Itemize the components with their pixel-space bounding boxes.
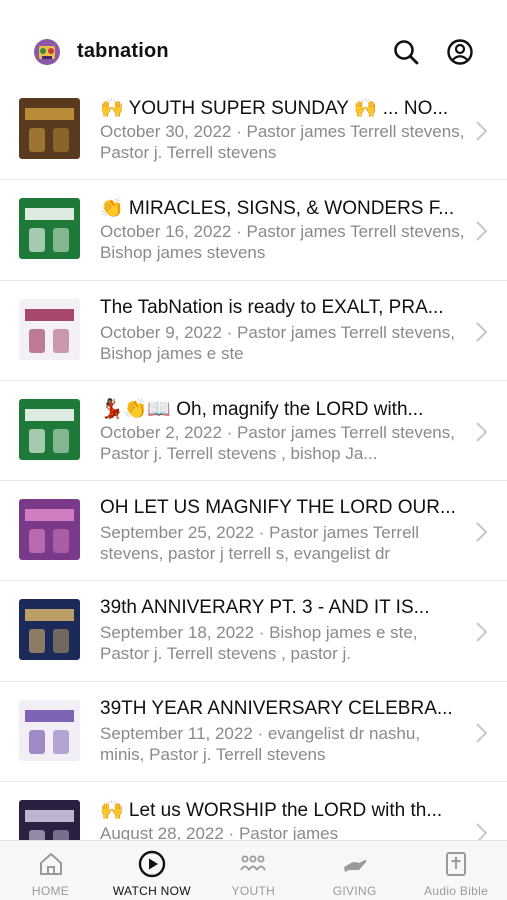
episode-row[interactable]: 👏 MIRACLES, SIGNS, & WONDERS F... October… — [0, 180, 507, 281]
meta-separator: · — [254, 623, 270, 643]
tab-label: YOUTH — [231, 884, 276, 898]
episode-thumbnail — [19, 699, 80, 761]
episode-row[interactable]: 🙌 YOUTH SUPER SUNDAY 🙌 ... NO... October … — [0, 80, 507, 181]
episode-date: October 16, 2022 — [100, 222, 232, 242]
app-title: tabnation — [77, 40, 169, 62]
tab-label: Audio Bible — [424, 884, 489, 898]
tab-label: HOME — [31, 884, 70, 898]
episode-title: 💃🏾👏📖 Oh, magnify the LORD with... — [100, 398, 424, 420]
episode-date: September 25, 2022 — [100, 523, 255, 543]
chevron-right-icon — [474, 321, 488, 343]
home-icon — [37, 850, 65, 878]
episode-title: 39TH YEAR ANNIVERSARY CELEBRA... — [100, 697, 453, 719]
bottom-tab-bar: HOME WATCH NOW YOUTH GIVING Audio Bible — [0, 840, 507, 900]
meta-separator: · — [221, 322, 238, 342]
episode-meta: September 11, 2022 · evangelist dr nashu… — [100, 723, 465, 765]
meta-separator: · — [254, 523, 270, 543]
play-circle-icon — [138, 850, 166, 878]
episode-thumbnail — [19, 599, 80, 661]
episode-speakers: Pastor james — [238, 824, 339, 840]
episode-row[interactable]: 39th ANNIVERARY PT. 3 - AND IT IS... Sept… — [0, 581, 507, 682]
meta-separator: · — [221, 422, 238, 442]
episode-thumbnail — [19, 398, 80, 460]
episode-row[interactable]: 🙌 Let us WORSHIP the LORD with th... Augu… — [0, 782, 507, 840]
episode-row[interactable]: OH LET US MAGNIFY THE LORD OUR... Septemb… — [0, 481, 507, 582]
bible-icon — [442, 850, 470, 878]
episode-list[interactable]: 🙌 YOUTH SUPER SUNDAY 🙌 ... NO... October … — [0, 80, 507, 840]
tab-audio-bible[interactable]: Audio Bible — [406, 841, 507, 900]
episode-thumbnail — [19, 98, 80, 159]
people-group-icon — [239, 850, 267, 878]
chevron-right-icon — [474, 421, 488, 443]
episode-meta: September 18, 2022 · Bishop james e ste,… — [100, 622, 465, 664]
chevron-right-icon — [474, 621, 488, 643]
meta-separator: · — [252, 723, 268, 743]
meta-separator: · — [231, 222, 247, 242]
episode-date: October 2, 2022 — [100, 422, 222, 442]
tab-label: WATCH NOW — [112, 884, 191, 898]
top-header: tabnation — [0, 0, 507, 90]
episode-date: August 28, 2022 — [100, 824, 224, 840]
meta-separator: · — [231, 122, 247, 141]
episode-row[interactable]: The TabNation is ready to EXALT, PRA... O… — [0, 281, 507, 381]
episode-meta: October 9, 2022 · Pastor james Terrell s… — [100, 322, 465, 364]
episode-row[interactable]: 39TH YEAR ANNIVERSARY CELEBRA... Septembe… — [0, 682, 507, 783]
episode-meta: October 16, 2022 · Pastor james Terrell … — [100, 221, 465, 263]
episode-meta: October 2, 2022 · Pastor james Terrell s… — [100, 422, 465, 464]
episode-meta: October 30, 2022 · Pastor james Terrell … — [100, 121, 465, 163]
episode-date: October 9, 2022 — [100, 322, 222, 342]
episode-thumbnail — [19, 198, 80, 260]
meta-separator: · — [223, 824, 239, 840]
tab-label: GIVING — [332, 884, 377, 898]
chevron-right-icon — [474, 220, 488, 242]
giving-hand-icon — [341, 850, 369, 878]
episode-meta: August 28, 2022 · Pastor james — [100, 823, 465, 840]
episode-thumbnail — [19, 298, 80, 360]
episode-thumbnail — [19, 499, 80, 561]
tab-home[interactable]: HOME — [0, 841, 101, 900]
tab-giving[interactable]: GIVING — [304, 841, 405, 900]
episode-title: 👏 MIRACLES, SIGNS, & WONDERS F... — [100, 198, 455, 220]
episode-thumbnail — [19, 800, 80, 840]
episode-meta: September 25, 2022 · Pastor james Terrel… — [100, 522, 465, 564]
episode-date: September 11, 2022 — [100, 723, 253, 743]
episode-date: September 18, 2022 — [100, 623, 255, 643]
account-circle-icon[interactable] — [446, 38, 474, 66]
chevron-right-icon — [474, 120, 488, 142]
episode-title: OH LET US MAGNIFY THE LORD OUR... — [100, 497, 456, 519]
episode-title: The TabNation is ready to EXALT, PRA... — [100, 296, 444, 318]
episode-title: 🙌 YOUTH SUPER SUNDAY 🙌 ... NO... — [100, 98, 449, 119]
episode-title: 39th ANNIVERARY PT. 3 - AND IT IS... — [100, 597, 430, 619]
episode-date: October 30, 2022 — [100, 122, 232, 141]
search-icon[interactable] — [392, 38, 420, 66]
chevron-right-icon — [474, 822, 488, 840]
episode-row[interactable]: 💃🏾👏📖 Oh, magnify the LORD with... October… — [0, 381, 507, 482]
episode-title: 🙌 Let us WORSHIP the LORD with th... — [100, 800, 443, 822]
chevron-right-icon — [474, 521, 488, 543]
tab-watch-now[interactable]: WATCH NOW — [101, 841, 202, 900]
app-logo — [32, 37, 62, 67]
tab-youth[interactable]: YOUTH — [203, 841, 304, 900]
chevron-right-icon — [474, 722, 488, 744]
